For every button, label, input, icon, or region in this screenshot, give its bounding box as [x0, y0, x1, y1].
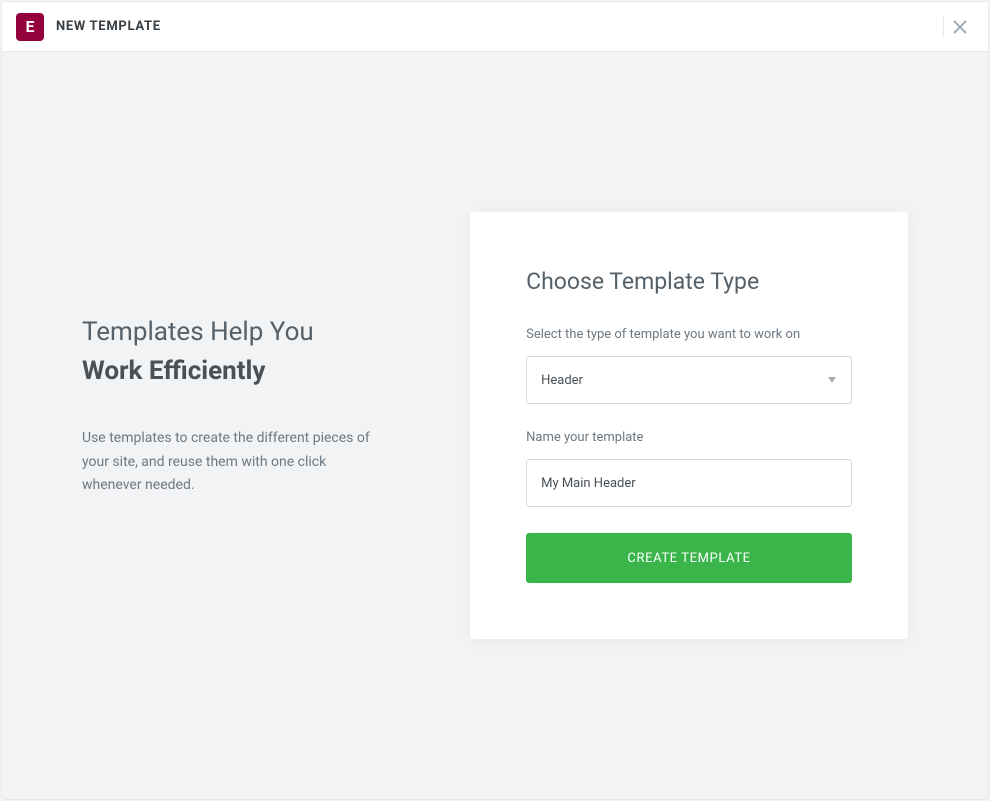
template-type-group: Select the type of template you want to …	[526, 327, 852, 404]
template-name-label: Name your template	[526, 430, 852, 445]
header-divider	[943, 16, 944, 37]
modal-title: NEW TEMPLATE	[56, 19, 161, 34]
logo-letter: E	[26, 19, 35, 35]
headline-line-2: Work Efficiently	[82, 352, 380, 391]
template-name-group: Name your template	[526, 430, 852, 507]
intro-column: Templates Help You Work Efficiently Use …	[82, 313, 380, 538]
new-template-modal: E NEW TEMPLATE Templates Help You Work E…	[1, 1, 989, 800]
modal-header: E NEW TEMPLATE	[2, 2, 988, 52]
create-template-button[interactable]: CREATE TEMPLATE	[526, 533, 852, 583]
template-type-select-wrap: Header	[526, 356, 852, 404]
close-icon	[953, 20, 967, 34]
template-type-label: Select the type of template you want to …	[526, 327, 852, 342]
modal-body: Templates Help You Work Efficiently Use …	[2, 52, 988, 799]
intro-description: Use templates to create the different pi…	[82, 427, 380, 498]
form-title: Choose Template Type	[526, 268, 852, 295]
close-button[interactable]	[948, 15, 972, 39]
form-card: Choose Template Type Select the type of …	[470, 212, 908, 639]
headline-line-1: Templates Help You	[82, 313, 380, 352]
template-type-select[interactable]: Header	[526, 356, 852, 404]
elementor-logo-icon: E	[16, 13, 44, 41]
template-name-input[interactable]	[526, 459, 852, 507]
